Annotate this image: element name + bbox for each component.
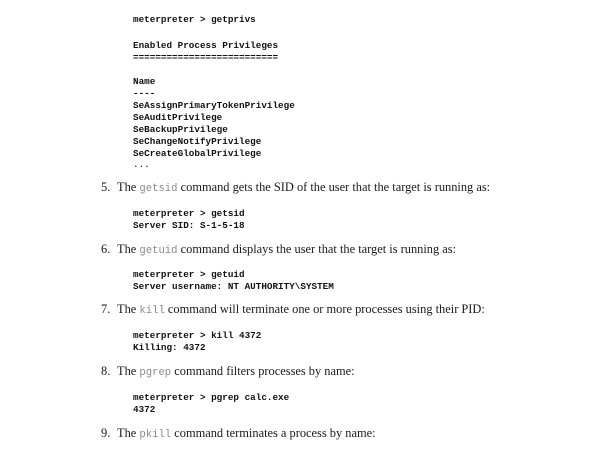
list-number: 6.	[101, 242, 111, 256]
privileges-ellipsis: ...	[133, 159, 150, 170]
list-number: 7.	[101, 302, 111, 316]
list-item-pgrep: 8. The pgrep command filters processes by…	[101, 364, 355, 379]
document-page: meterpreter > getprivs Enabled Process P…	[0, 0, 600, 450]
code-line: meterpreter > pgrep calc.exe	[133, 392, 290, 403]
code-line: meterpreter > getsid	[133, 208, 245, 219]
privileges-column-rule: ----	[133, 88, 156, 99]
code-line: Killing: 4372	[133, 342, 206, 353]
getprivs-command: meterpreter > getprivs	[133, 14, 256, 25]
code-line: meterpreter > kill 4372	[133, 330, 262, 341]
list-item-kill: 7. The kill command will terminate one or…	[101, 302, 485, 317]
list-number: 8.	[101, 364, 111, 378]
inline-code: getsid	[139, 183, 178, 195]
privileges-column-name: Name	[133, 76, 156, 87]
privileges-header: Enabled Process Privileges	[133, 40, 279, 51]
privilege-item: SeBackupPrivilege	[133, 124, 228, 135]
list-item-getuid: 6. The getuid command displays the user t…	[101, 242, 457, 257]
inline-code: getuid	[139, 245, 178, 257]
code-line: meterpreter > getuid	[133, 269, 245, 280]
inline-code: kill	[139, 305, 165, 317]
list-item-pkill: 9. The pkill command terminates a process…	[101, 426, 376, 441]
inline-code: pkill	[139, 429, 172, 441]
privilege-item: SeChangeNotifyPrivilege	[133, 136, 262, 147]
inline-code: pgrep	[139, 367, 172, 379]
code-line: 4372	[133, 404, 156, 415]
privilege-item: SeAssignPrimaryTokenPrivilege	[133, 100, 295, 111]
list-number: 9.	[101, 426, 111, 440]
code-line: Server username: NT AUTHORITY\SYSTEM	[133, 281, 334, 292]
code-line: Server SID: S-1-5-18	[133, 220, 245, 231]
list-item-getsid: 5. The getsid command gets the SID of the…	[101, 180, 491, 195]
privilege-item: SeCreateGlobalPrivilege	[133, 148, 262, 159]
privileges-header-rule: ==========================	[133, 52, 279, 63]
privilege-item: SeAuditPrivilege	[133, 112, 223, 123]
list-number: 5.	[101, 180, 111, 194]
